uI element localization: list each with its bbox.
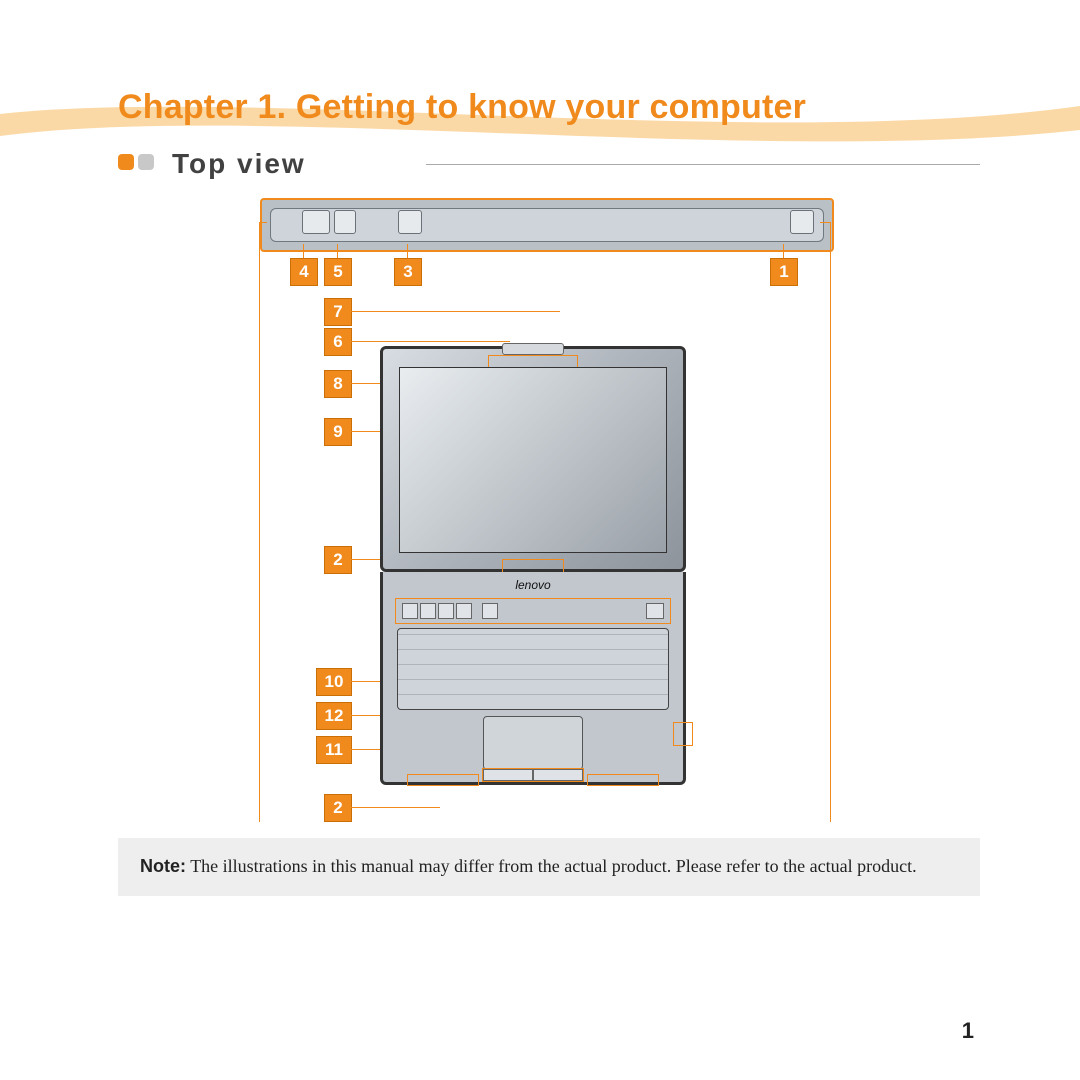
note-label: Note: — [140, 856, 186, 876]
callout-3: 3 — [394, 258, 422, 286]
manual-page: Chapter 1. Getting to know your computer… — [0, 0, 1080, 1080]
callout-5: 5 — [324, 258, 352, 286]
note-box: Note: The illustrations in this manual m… — [118, 838, 980, 896]
note-text: The illustrations in this manual may dif… — [190, 856, 916, 876]
control-bar — [395, 598, 671, 624]
section-title: Top view — [172, 148, 306, 180]
section-rule — [426, 164, 980, 165]
callout-2: 2 — [324, 546, 352, 574]
lid-latch — [502, 343, 564, 355]
callout-9: 9 — [324, 418, 352, 446]
brand-label: lenovo — [515, 578, 550, 592]
callout-2b: 2 — [324, 794, 352, 822]
laptop-illustration: lenovo — [380, 346, 680, 785]
callout-11: 11 — [316, 736, 352, 764]
chapter-title: Chapter 1. Getting to know your computer — [118, 88, 806, 127]
fingerprint-reader — [673, 722, 693, 746]
touchpad — [483, 716, 583, 770]
callout-4: 4 — [290, 258, 318, 286]
callout-10: 10 — [316, 668, 352, 696]
detail-strip — [260, 198, 834, 252]
callout-1: 1 — [770, 258, 798, 286]
callout-12: 12 — [316, 702, 352, 730]
touchpad-buttons — [482, 768, 584, 782]
callout-6: 6 — [324, 328, 352, 356]
latch-release — [502, 559, 564, 573]
callout-7: 7 — [324, 298, 352, 326]
top-view-diagram: 4 5 3 1 7 6 8 9 2 10 12 11 2 — [260, 198, 840, 785]
speaker-right — [587, 774, 659, 786]
display-panel — [399, 367, 667, 553]
speaker-left — [407, 774, 479, 786]
page-number: 1 — [962, 1018, 974, 1044]
bullet-icon — [118, 154, 158, 175]
section-header: Top view — [118, 148, 980, 180]
keyboard — [397, 628, 669, 710]
callout-8: 8 — [324, 370, 352, 398]
